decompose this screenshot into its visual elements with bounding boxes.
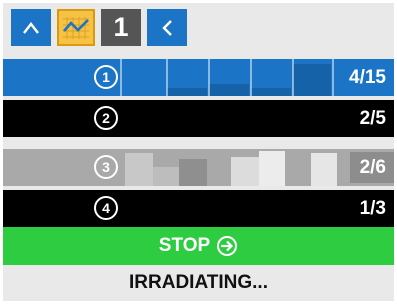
row-1-count: 4/15 (339, 62, 394, 93)
row-4-number: 4 (102, 200, 110, 216)
chevron-left-icon (162, 19, 172, 36)
status-bar: IRRADIATING... (3, 265, 394, 301)
row-2-number-badge: 2 (94, 106, 118, 130)
line-chart-icon (63, 16, 89, 39)
home-button[interactable] (11, 9, 51, 46)
channel-row-3[interactable]: 3 2/6 (3, 149, 394, 186)
row-1-number-badge: 1 (94, 65, 118, 89)
channel-row-1[interactable]: 1 4/15 (3, 59, 394, 96)
row-1-number: 1 (102, 69, 110, 85)
arrow-right-circle-icon (217, 236, 238, 256)
row-2-number: 2 (102, 110, 110, 126)
row-4-count: 1/3 (359, 198, 386, 219)
channel-row-2[interactable]: 2 2/5 (3, 100, 394, 137)
row-3-number-badge: 3 (94, 155, 118, 179)
channel-row-4[interactable]: 4 1/3 (3, 190, 394, 227)
stop-button-label: STOP (158, 235, 211, 256)
status-text: IRRADIATING... (129, 272, 268, 293)
row-3-number: 3 (102, 159, 110, 175)
chevron-up-icon (23, 21, 39, 34)
row-2-count: 2/5 (359, 108, 386, 129)
row-3-bars (125, 151, 337, 186)
app-frame: 1 1 4/15 2 2/5 3 2/6 4 1/3 STOP IRRADIAT… (3, 3, 394, 301)
selected-number-button[interactable]: 1 (101, 9, 141, 46)
row-3-count: 2/6 (349, 152, 394, 183)
chart-button[interactable] (57, 9, 95, 46)
row-4-number-badge: 4 (94, 196, 118, 220)
stop-button[interactable]: STOP (3, 227, 394, 265)
selected-number-label: 1 (113, 12, 129, 42)
row-1-bars (120, 59, 334, 96)
back-button[interactable] (147, 9, 187, 46)
toolbar: 1 (3, 3, 394, 52)
